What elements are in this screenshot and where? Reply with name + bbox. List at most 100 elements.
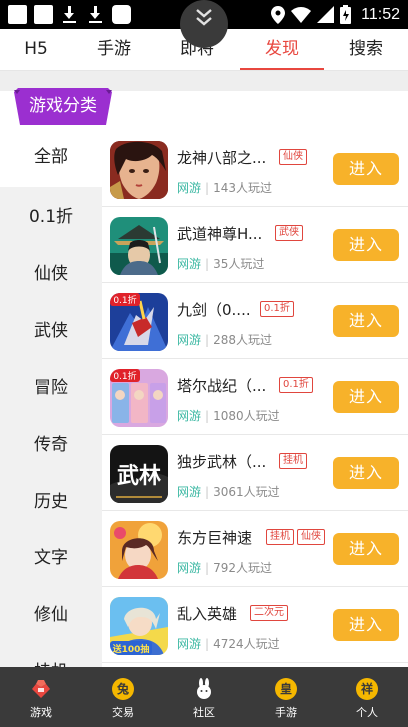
category-sidebar: 全部 0.1折 仙侠 武侠 冒险 传奇 历史 文字 修仙 挂机 [0, 127, 102, 667]
enter-button[interactable]: 进入 [333, 609, 399, 641]
icon-badge-luanru: 送100抽 [112, 643, 150, 655]
tag: 挂机 [279, 453, 307, 469]
game-meta: 网游 | 4724人玩过 [177, 637, 280, 651]
nav-item-mobile-games[interactable]: 皇 手游 [245, 667, 327, 727]
enter-button[interactable]: 进入 [333, 229, 399, 261]
sidebar-item-idle[interactable]: 挂机 [0, 642, 102, 667]
nav-item-profile[interactable]: 祥 个人 [326, 667, 408, 727]
enter-button[interactable]: 进入 [333, 381, 399, 413]
icon-badge-dubu: 武林 [117, 463, 161, 489]
sidebar-item-discount[interactable]: 0.1折 [0, 187, 102, 247]
game-players: 1080人玩过 [213, 409, 280, 423]
tab-discover[interactable]: 发现 [246, 29, 318, 71]
game-meta: 网游 | 792人玩过 [177, 561, 272, 575]
game-genre: 网游 [177, 409, 202, 423]
enter-button[interactable]: 进入 [333, 305, 399, 337]
tag-list: 仙侠 [279, 149, 307, 165]
game-meta: 网游 | 3061人玩过 [177, 485, 280, 499]
tag: 挂机 [266, 529, 294, 545]
tag-list: 0.1折 [260, 301, 294, 317]
signal-icon [317, 6, 335, 23]
tag-list: 二次元 [250, 605, 288, 621]
nav-item-games[interactable]: 游戏 [0, 667, 82, 727]
game-icon-wudao [110, 217, 168, 275]
location-icon [271, 5, 286, 24]
tag: 0.1折 [260, 301, 294, 317]
emperor-coin-icon: 皇 [275, 678, 297, 700]
game-row[interactable]: 龙神八部之... 仙侠 网游 | 143人玩过 进入 [102, 131, 408, 207]
sidebar-item-adventure[interactable]: 冒险 [0, 358, 102, 418]
game-list: 龙神八部之... 仙侠 网游 | 143人玩过 进入 武道神尊H... 武侠 网… [102, 131, 408, 667]
game-row[interactable]: 东方巨神速 挂机 仙侠 网游 | 792人玩过 进入 [102, 511, 408, 587]
game-row[interactable]: 0.1折 九剑（0.... 0.1折 网游 | 288人玩过 进入 [102, 283, 408, 359]
game-genre: 网游 [177, 561, 202, 575]
game-title: 乱入英雄 [177, 605, 238, 623]
tag: 仙侠 [297, 529, 325, 545]
sidebar-item-cultivation[interactable]: 修仙 [0, 585, 102, 645]
rabbit-coin-icon: 兔 [112, 678, 134, 700]
game-icon-longshen [110, 141, 168, 199]
battery-icon [340, 5, 352, 24]
game-row[interactable]: 0.1折 塔尔战纪（... 0.1折 网游 | 1080人玩过 进入 [102, 359, 408, 435]
tab-h5[interactable]: H5 [8, 29, 64, 71]
nav-label: 个人 [356, 706, 378, 719]
sidebar-item-wuxia[interactable]: 武侠 [0, 301, 102, 361]
nav-item-community[interactable]: 社区 [163, 667, 245, 727]
game-genre: 网游 [177, 333, 202, 347]
notification-icon [8, 5, 27, 24]
sidebar-item-all[interactable]: 全部 [0, 127, 102, 187]
tag: 0.1折 [279, 377, 313, 393]
chevron-down-icon [196, 9, 212, 26]
game-title: 九剑（0.... [177, 301, 251, 319]
game-genre: 网游 [177, 257, 202, 271]
download-icon [60, 5, 79, 24]
game-meta: 网游 | 288人玩过 [177, 333, 272, 347]
game-title: 武道神尊H... [177, 225, 263, 243]
game-players: 3061人玩过 [213, 485, 280, 499]
nav-label: 交易 [112, 706, 134, 719]
tag-list: 武侠 [275, 225, 303, 241]
sidebar-item-xianxia[interactable]: 仙侠 [0, 244, 102, 304]
enter-button[interactable]: 进入 [333, 533, 399, 565]
app-notification-icon [112, 5, 131, 24]
sidebar-item-history[interactable]: 历史 [0, 472, 102, 532]
tag-list: 0.1折 [279, 377, 313, 393]
game-icon-jiujian: 0.1折 [110, 293, 168, 351]
sidebar-item-text[interactable]: 文字 [0, 528, 102, 588]
tag: 仙侠 [279, 149, 307, 165]
game-icon-taer: 0.1折 [110, 369, 168, 427]
nav-label: 社区 [193, 706, 215, 719]
enter-button[interactable]: 进入 [333, 153, 399, 185]
game-meta: 网游 | 35人玩过 [177, 257, 265, 271]
tab-search[interactable]: 搜索 [334, 29, 398, 71]
game-players: 35人玩过 [213, 257, 265, 271]
bottom-nav: 游戏 兔 交易 社区 皇 手游 祥 个人 [0, 667, 408, 727]
game-row[interactable]: 武道神尊H... 武侠 网游 | 35人玩过 进入 [102, 207, 408, 283]
rabbit-icon [193, 678, 215, 700]
game-players: 288人玩过 [213, 333, 272, 347]
game-players: 792人玩过 [213, 561, 272, 575]
game-icon [30, 678, 52, 700]
game-title: 塔尔战纪（... [177, 377, 267, 395]
wifi-icon [291, 6, 312, 23]
tag: 二次元 [250, 605, 288, 621]
game-icon-luanru: 送100抽 [110, 597, 168, 655]
sidebar-item-legend[interactable]: 传奇 [0, 415, 102, 475]
game-players: 143人玩过 [213, 181, 272, 195]
nav-item-trade[interactable]: 兔 交易 [82, 667, 164, 727]
game-title: 龙神八部之... [177, 149, 267, 167]
game-genre: 网游 [177, 637, 202, 651]
game-genre: 网游 [177, 485, 202, 499]
game-meta: 网游 | 143人玩过 [177, 181, 272, 195]
icon-badge-taer: 0.1折 [113, 370, 136, 382]
tag-list: 挂机 仙侠 [266, 529, 325, 545]
tab-mobile-games[interactable]: 手游 [82, 29, 146, 71]
game-meta: 网游 | 1080人玩过 [177, 409, 280, 423]
game-row[interactable]: 送100抽 乱入英雄 二次元 网游 | 4724人玩过 进入 [102, 587, 408, 663]
pull-down-handle[interactable] [180, 0, 228, 48]
download-icon [86, 5, 105, 24]
tag: 武侠 [275, 225, 303, 241]
enter-button[interactable]: 进入 [333, 457, 399, 489]
nav-label: 游戏 [30, 706, 52, 719]
game-row[interactable]: 武林 独步武林（... 挂机 网游 | 3061人玩过 进入 [102, 435, 408, 511]
